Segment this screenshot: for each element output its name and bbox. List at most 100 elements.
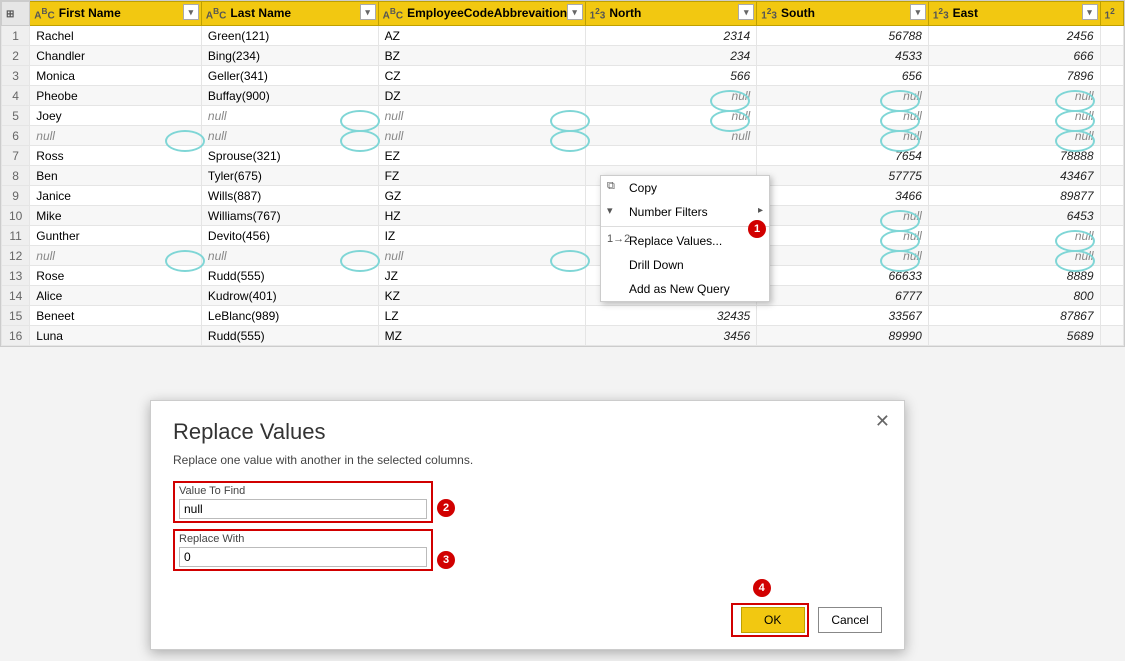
cell-north[interactable]: null	[585, 126, 757, 146]
cell-fn[interactable]: Mike	[30, 206, 202, 226]
cell-ln[interactable]: Kudrow(401)	[201, 286, 378, 306]
cell-ln[interactable]: Williams(767)	[201, 206, 378, 226]
table-row[interactable]: 6nullnullnullnullnullnull	[2, 126, 1124, 146]
cell-east[interactable]: 6453	[928, 206, 1100, 226]
cell-east[interactable]: null	[928, 226, 1100, 246]
cell-east[interactable]: 7896	[928, 66, 1100, 86]
cell-fn[interactable]: null	[30, 246, 202, 266]
cell-south[interactable]: 656	[757, 66, 929, 86]
table-row[interactable]: 14AliceKudrow(401)KZ3336777800	[2, 286, 1124, 306]
cell-east[interactable]: null	[928, 106, 1100, 126]
cell-east[interactable]: null	[928, 86, 1100, 106]
cell-ln[interactable]: null	[201, 246, 378, 266]
cell-south[interactable]: 57775	[757, 166, 929, 186]
table-row[interactable]: 12nullnullnullnullnullnull	[2, 246, 1124, 266]
column-filter-toggle[interactable]: ▾	[183, 4, 199, 20]
cell-fn[interactable]: Luna	[30, 326, 202, 346]
cell-fn[interactable]: Alice	[30, 286, 202, 306]
cell-east[interactable]: 2456	[928, 26, 1100, 46]
cell-fn[interactable]: Pheobe	[30, 86, 202, 106]
column-filter-toggle[interactable]: ▾	[738, 4, 754, 20]
cell-north[interactable]: null	[585, 106, 757, 126]
cell-ec[interactable]: null	[378, 246, 585, 266]
cell-ln[interactable]: Wills(887)	[201, 186, 378, 206]
cell-fn[interactable]: Rose	[30, 266, 202, 286]
cell-ec[interactable]: HZ	[378, 206, 585, 226]
cell-ln[interactable]: Tyler(675)	[201, 166, 378, 186]
cell-south[interactable]: 33567	[757, 306, 929, 326]
ctx-drill-down[interactable]: Drill Down	[601, 253, 769, 277]
cell-ec[interactable]: BZ	[378, 46, 585, 66]
cell-south[interactable]: null	[757, 106, 929, 126]
cell-south[interactable]: null	[757, 86, 929, 106]
cell-ec[interactable]: AZ	[378, 26, 585, 46]
cell-ec[interactable]: GZ	[378, 186, 585, 206]
cell-ln[interactable]: Devito(456)	[201, 226, 378, 246]
column-header-last-name[interactable]: ABCLast Name▾	[201, 2, 378, 26]
cell-fn[interactable]: Janice	[30, 186, 202, 206]
cell-ln[interactable]: Buffay(900)	[201, 86, 378, 106]
cell-south[interactable]: 66633	[757, 266, 929, 286]
ctx-replace-values[interactable]: 1→2Replace Values...	[601, 229, 769, 253]
cell-south[interactable]: 4533	[757, 46, 929, 66]
cell-south[interactable]: 89990	[757, 326, 929, 346]
cell-south[interactable]: null	[757, 206, 929, 226]
cell-fn[interactable]: Monica	[30, 66, 202, 86]
cell-ec[interactable]: IZ	[378, 226, 585, 246]
cell-ec[interactable]: LZ	[378, 306, 585, 326]
cell-ec[interactable]: FZ	[378, 166, 585, 186]
table-row[interactable]: 16LunaRudd(555)MZ3456899905689	[2, 326, 1124, 346]
cell-ln[interactable]: null	[201, 106, 378, 126]
cell-east[interactable]: 5689	[928, 326, 1100, 346]
cell-fn[interactable]: Rachel	[30, 26, 202, 46]
cell-ln[interactable]: Geller(341)	[201, 66, 378, 86]
cell-ec[interactable]: MZ	[378, 326, 585, 346]
cell-fn[interactable]: Gunther	[30, 226, 202, 246]
cell-north[interactable]: 2314	[585, 26, 757, 46]
cell-ln[interactable]: Bing(234)	[201, 46, 378, 66]
value-to-find-input[interactable]	[179, 499, 427, 519]
table-row[interactable]: 5Joeynullnullnullnullnull	[2, 106, 1124, 126]
table-row[interactable]: 8BenTyler(675)FZ5777543467	[2, 166, 1124, 186]
cell-ec[interactable]: KZ	[378, 286, 585, 306]
column-filter-toggle[interactable]: ▾	[910, 4, 926, 20]
column-header-south[interactable]: 123South▾	[757, 2, 929, 26]
column-header-first-name[interactable]: ABCFirst Name▾	[30, 2, 202, 26]
column-header-east[interactable]: 123East▾	[928, 2, 1100, 26]
ctx-add-new-query[interactable]: Add as New Query	[601, 277, 769, 301]
table-row[interactable]: 10MikeWilliams(767)HZnull6453	[2, 206, 1124, 226]
cell-south[interactable]: null	[757, 246, 929, 266]
cell-ec[interactable]: null	[378, 126, 585, 146]
cell-east[interactable]: 87867	[928, 306, 1100, 326]
cell-ec[interactable]: DZ	[378, 86, 585, 106]
cell-fn[interactable]: Joey	[30, 106, 202, 126]
column-header-north[interactable]: 123North▾	[585, 2, 757, 26]
cell-east[interactable]: 800	[928, 286, 1100, 306]
cell-south[interactable]: 3466	[757, 186, 929, 206]
ok-button[interactable]: OK	[741, 607, 805, 633]
cell-ec[interactable]: JZ	[378, 266, 585, 286]
column-header-employeecodeabbrevaition[interactable]: ABCEmployeeCodeAbbrevaition▾	[378, 2, 585, 26]
cell-south[interactable]: 7654	[757, 146, 929, 166]
cell-south[interactable]: 6777	[757, 286, 929, 306]
cell-east[interactable]: 78888	[928, 146, 1100, 166]
cell-fn[interactable]: null	[30, 126, 202, 146]
cell-ec[interactable]: CZ	[378, 66, 585, 86]
cell-north[interactable]: 3456	[585, 326, 757, 346]
table-row[interactable]: 9JaniceWills(887)GZ346689877	[2, 186, 1124, 206]
cell-ln[interactable]: LeBlanc(989)	[201, 306, 378, 326]
cell-fn[interactable]: Beneet	[30, 306, 202, 326]
cell-fn[interactable]: Ross	[30, 146, 202, 166]
cell-ln[interactable]: Rudd(555)	[201, 326, 378, 346]
cell-south[interactable]: null	[757, 226, 929, 246]
cell-north[interactable]: 234	[585, 46, 757, 66]
cell-ec[interactable]: EZ	[378, 146, 585, 166]
table-row[interactable]: 4PheobeBuffay(900)DZnullnullnull	[2, 86, 1124, 106]
cell-east[interactable]: null	[928, 126, 1100, 146]
table-row[interactable]: 11GuntherDevito(456)IZnullnull	[2, 226, 1124, 246]
cell-ln[interactable]: null	[201, 126, 378, 146]
close-icon[interactable]: ✕	[875, 411, 890, 432]
cell-north[interactable]: null	[585, 86, 757, 106]
cell-east[interactable]: null	[928, 246, 1100, 266]
cancel-button[interactable]: Cancel	[818, 607, 882, 633]
